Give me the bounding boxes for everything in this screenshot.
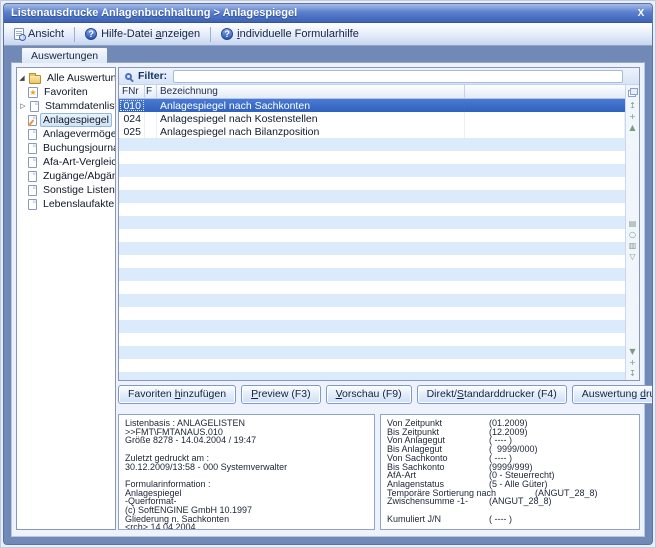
grid-header-row: FNr F Bezeichnung <box>119 85 625 99</box>
list-info-panel: Listenbasis : ANLAGELISTEN >>FMT\FMTANAU… <box>118 414 375 530</box>
toolbar-separator <box>210 27 211 42</box>
tree-item-afa-art-vergleich[interactable]: Afa-Art-Vergleich <box>18 155 114 169</box>
info-line: Größe 8278 - 14.04.2004 / 19:47 <box>125 436 368 445</box>
list-view-icon[interactable]: ▤ <box>629 219 637 229</box>
close-button[interactable]: X <box>630 8 652 19</box>
document-icon <box>30 101 39 112</box>
tree-item-zugaenge-abgaenge[interactable]: Zugänge/Abgänge <box>18 169 114 183</box>
evaluation-grid: Filter: FNr F Bezeichnung 010 <box>118 67 640 381</box>
grid-main: FNr F Bezeichnung 010 Anlagespiegel nach… <box>119 85 625 380</box>
scroll-last-icon[interactable]: ↧ <box>629 369 636 379</box>
ansicht-label: Ansicht <box>28 28 64 40</box>
info-line: <rch> 14.04.2004 <box>125 523 368 530</box>
tree-root-alle-auswertungen[interactable]: ◢ Alle Auswertungen <box>18 71 114 85</box>
scroll-bottom-group: ▼ + ↧ <box>629 347 636 379</box>
column-header-fnr[interactable]: FNr <box>119 85 145 98</box>
toolbar-separator <box>74 27 75 42</box>
window-frame: Listenausdrucke Anlagenbuchhaltung > Anl… <box>0 0 656 548</box>
hilfe-datei-button[interactable]: Hilfe-Datei anzeigen <box>79 26 206 42</box>
table-row[interactable]: 024 Anlagespiegel nach Kostenstellen <box>119 112 625 125</box>
column-header-empty <box>465 85 625 98</box>
help-icon <box>85 28 97 40</box>
scroll-up-icon[interactable]: ▲ <box>629 123 635 133</box>
scroll-first-icon[interactable]: ↥ <box>629 101 636 111</box>
grid-body: FNr F Bezeichnung 010 Anlagespiegel nach… <box>119 85 639 380</box>
grid-tools-group: ▤ ○ ▥ ▽ <box>629 219 637 262</box>
document-icon <box>28 157 37 168</box>
save-layout-icon[interactable]: ▥ <box>629 241 637 251</box>
formularhilfe-button[interactable]: individuelle Formularhilfe <box>215 26 365 42</box>
grid-empty-rows <box>119 138 625 380</box>
folder-icon <box>29 75 41 84</box>
app-window: Listenausdrucke Anlagenbuchhaltung > Anl… <box>3 3 653 545</box>
hilfe-datei-label: Hilfe-Datei anzeigen <box>101 28 200 40</box>
tree-item-sonstige-listen[interactable]: Sonstige Listen <box>18 183 114 197</box>
formularhilfe-label: individuelle Formularhilfe <box>237 28 359 40</box>
help-icon <box>221 28 233 40</box>
action-button-row: Favoriten hinzufügen Preview (F3) Vorsch… <box>118 385 653 404</box>
document-icon <box>28 199 37 210</box>
direkt-standarddrucker-button[interactable]: Direkt/Standarddrucker (F4) <box>417 385 567 404</box>
document-icon <box>28 185 37 196</box>
filter-input[interactable] <box>173 70 623 83</box>
scroll-top-group: ↥ + ▲ <box>629 101 636 133</box>
title-bar: Listenausdrucke Anlagenbuchhaltung > Anl… <box>4 4 652 23</box>
tree-item-anlagevermoegen[interactable]: Anlagevermögen <box>18 127 114 141</box>
filter-row: Filter: <box>119 68 639 85</box>
column-header-f[interactable]: F <box>145 85 157 98</box>
document-icon <box>28 143 37 154</box>
search-tool-icon[interactable]: ○ <box>629 230 636 240</box>
expander-expanded-icon[interactable]: ◢ <box>18 74 26 82</box>
ansicht-button[interactable]: Ansicht <box>8 26 70 42</box>
tab-strip: Auswertungen <box>4 46 652 62</box>
parameter-panel: Von Zeitpunkt(01.2009) Bis Zeitpunkt(12.… <box>380 414 640 530</box>
tree-item-favoriten[interactable]: Favoriten <box>18 85 114 99</box>
tree-item-buchungsjournal[interactable]: Buchungsjournal <box>18 141 114 155</box>
document-icon <box>28 171 37 182</box>
favoriten-hinzufuegen-button[interactable]: Favoriten hinzufügen <box>118 385 236 404</box>
document-edit-icon <box>28 115 37 126</box>
auswertung-drucken-button[interactable]: Auswertung drucken <box>572 385 653 404</box>
preview-button[interactable]: Preview (F3) <box>241 385 321 404</box>
param-row: Zwischensumme -1-(ANGUT_28_8) <box>387 497 633 506</box>
column-select-icon[interactable] <box>628 88 638 97</box>
table-row[interactable]: 010 Anlagespiegel nach Sachkonten <box>119 99 625 112</box>
tree-item-lebenslaufakte[interactable]: Lebenslaufakte <box>18 197 114 211</box>
favorites-star-icon <box>28 87 38 98</box>
toolbar: Ansicht Hilfe-Datei anzeigen individuell… <box>4 23 652 46</box>
column-header-bezeichnung[interactable]: Bezeichnung <box>157 85 465 98</box>
filter-tool-icon[interactable]: ▽ <box>629 252 635 262</box>
filter-label: Filter: <box>138 70 167 82</box>
vorschau-button[interactable]: Vorschau (F9) <box>326 385 412 404</box>
window-title: Listenausdrucke Anlagenbuchhaltung > Anl… <box>4 7 630 19</box>
scroll-down-icon[interactable]: ▼ <box>629 347 635 357</box>
page-down-icon[interactable]: + <box>629 358 636 368</box>
expander-collapsed-icon[interactable]: ▷ <box>19 102 27 110</box>
search-icon <box>125 73 132 80</box>
tab-auswertungen[interactable]: Auswertungen <box>21 47 108 63</box>
param-row: Kumuliert J/N( ---- ) <box>387 515 633 524</box>
evaluation-tree: ◢ Alle Auswertungen Favoriten ▷ Stammdat… <box>16 67 116 530</box>
tree-item-anlagespiegel[interactable]: Anlagespiegel <box>18 113 114 127</box>
tree-children: Favoriten ▷ Stammdatenlisten Anlagespieg… <box>18 85 114 211</box>
info-line: 30.12.2009/13:58 - 000 Systemverwalter <box>125 463 368 472</box>
tree-item-stammdatenlisten[interactable]: ▷ Stammdatenlisten <box>18 99 114 113</box>
document-icon <box>28 129 37 140</box>
grid-side-strip: ↥ + ▲ ▤ ○ ▥ ▽ ▼ <box>625 85 639 380</box>
content-panel: ◢ Alle Auswertungen Favoriten ▷ Stammdat… <box>11 62 645 537</box>
table-row[interactable]: 025 Anlagespiegel nach Bilanzposition <box>119 125 625 138</box>
page-up-icon[interactable]: + <box>629 112 636 122</box>
preview-page-icon <box>14 28 24 40</box>
